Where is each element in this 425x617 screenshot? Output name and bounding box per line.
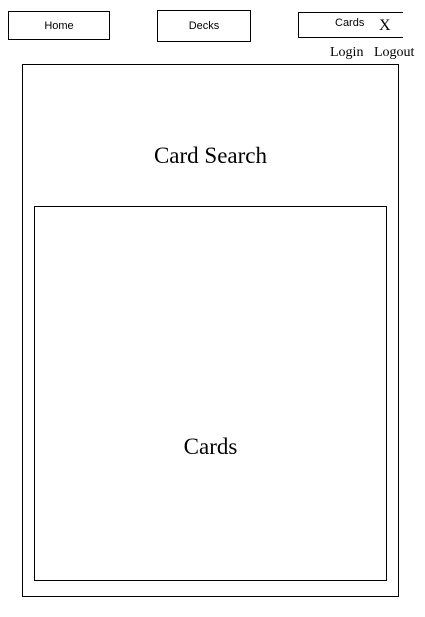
main-panel: Card Search Cards <box>22 64 399 597</box>
cards-panel: Cards <box>34 206 387 581</box>
decks-button-label: Decks <box>188 20 220 32</box>
home-button-label: Home <box>44 19 74 32</box>
logout-link[interactable]: Logout <box>374 45 414 61</box>
login-link[interactable]: Login <box>330 45 363 61</box>
card-search[interactable]: Card Search <box>23 143 398 169</box>
cards-button-label: Cards <box>335 17 365 29</box>
decks-button[interactable]: Decks <box>157 10 251 42</box>
cards-area-label: Cards <box>183 434 238 459</box>
home-button[interactable]: Home <box>8 11 110 40</box>
close-icon[interactable]: X <box>379 17 391 35</box>
